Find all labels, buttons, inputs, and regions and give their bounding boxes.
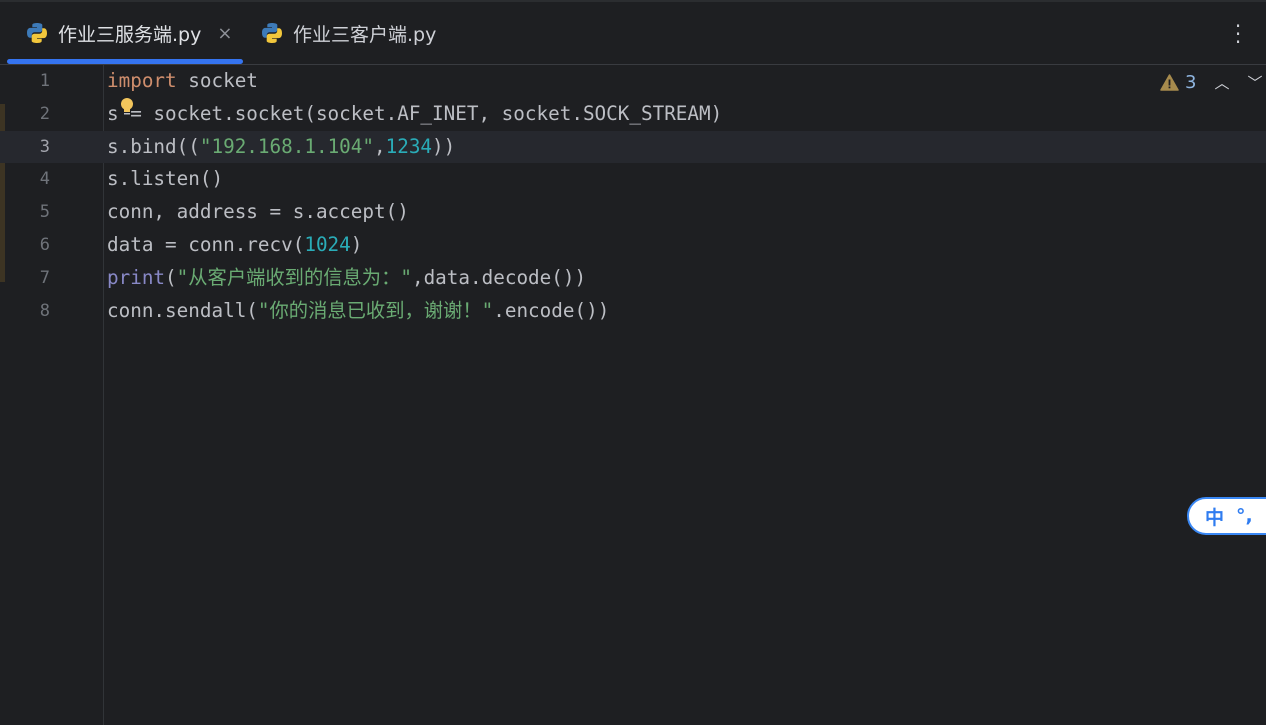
code-text: s = socket.socket(socket.AF_INET, socket… [107,98,722,131]
code-token: ,data.decode()) [411,265,587,289]
previous-problem-icon[interactable]: ︿ [1214,72,1229,93]
code-token: , [374,134,386,158]
inspection-widget[interactable]: 3 ︿ ﹀ [1160,72,1262,93]
tab-client-file[interactable]: 作业三客户端.py [261,2,436,64]
line-number: 6 [39,234,50,255]
line-number: 2 [39,103,50,124]
code-line[interactable]: 8 conn.sendall("你的消息已收到，谢谢！".encode()) [0,295,1266,328]
code-token: s.bind(( [107,134,200,158]
code-line[interactable]: 2 s = socket.socket(socket.AF_INET, socke… [0,98,1266,131]
editor-tab-bar: 作业三服务端.py × 作业三客户端.py · · · [0,2,1266,65]
code-text: conn, address = s.accept() [107,196,409,229]
close-tab-icon[interactable]: × [217,23,232,44]
code-text: s.bind(("192.168.1.104",1234)) [107,131,455,164]
code-token: socket [176,69,258,92]
line-number: 5 [39,202,50,223]
more-options-icon[interactable]: · · · [1228,16,1248,52]
active-tab-indicator [7,59,243,64]
code-token: "你的消息已收到，谢谢！" [257,298,494,322]
tab-label: 作业三服务端.py [58,23,202,46]
python-icon [262,23,282,43]
code-line[interactable]: 5 conn, address = s.accept() [0,196,1266,229]
code-text: data = conn.recv(1024) [107,229,362,262]
line-number: 4 [39,169,50,190]
code-line[interactable]: 1 import socket [0,65,1266,98]
code-line[interactable]: 3 s.bind(("192.168.1.104",1234)) [0,130,1266,164]
tab-label: 作业三客户端.py [293,23,437,46]
code-token: "从客户端收到的信息为：" [176,265,412,289]
code-token: )) [432,134,456,158]
code-token: ) [350,232,363,256]
code-token: .encode()) [493,298,610,322]
python-icon [27,23,47,43]
line-number: 7 [39,267,50,288]
ime-status-indicator[interactable]: 中 °, [1187,497,1266,535]
code-line[interactable]: 6 data = conn.recv(1024) [0,229,1266,262]
code-token: ( [165,265,177,289]
code-token: print [107,265,166,289]
code-text: print("从客户端收到的信息为：",data.decode()) [107,262,586,295]
next-problem-icon[interactable]: ﹀ [1247,72,1262,93]
ime-punctuation: °, [1236,505,1253,527]
tab-server-file[interactable]: 作业三服务端.py × [26,2,232,64]
code-token: 1234 [385,134,433,158]
code-token: s = socket.socket(socket.AF_INET, socket… [107,101,723,125]
lightbulb-icon[interactable] [119,97,135,117]
warning-icon [1160,74,1179,91]
code-token: "192.168.1.104" [199,134,374,158]
line-number: 1 [39,71,50,91]
code-line[interactable]: 4 s.listen() [0,163,1266,196]
warning-count: 3 [1185,72,1197,93]
code-token: conn.sendall( [107,298,258,322]
line-number: 3 [39,136,50,157]
code-token: data = conn.recv( [107,232,305,256]
code-token: s.listen() [107,167,224,191]
code-token: conn, address = s.accept() [107,200,409,224]
ime-mode: 中 [1205,506,1225,529]
code-line[interactable]: 7 print("从客户端收到的信息为：",data.decode()) [0,262,1266,295]
code-text: conn.sendall("你的消息已收到，谢谢！".encode()) [107,295,609,328]
code-editor[interactable]: 1 import socket 2 s = socket.socket(socket.… [0,65,1266,327]
code-text: import socket [107,65,258,98]
code-token: 1024 [304,232,351,256]
line-number: 8 [39,300,50,321]
code-token: import [107,69,177,92]
code-text: s.listen() [107,163,223,196]
